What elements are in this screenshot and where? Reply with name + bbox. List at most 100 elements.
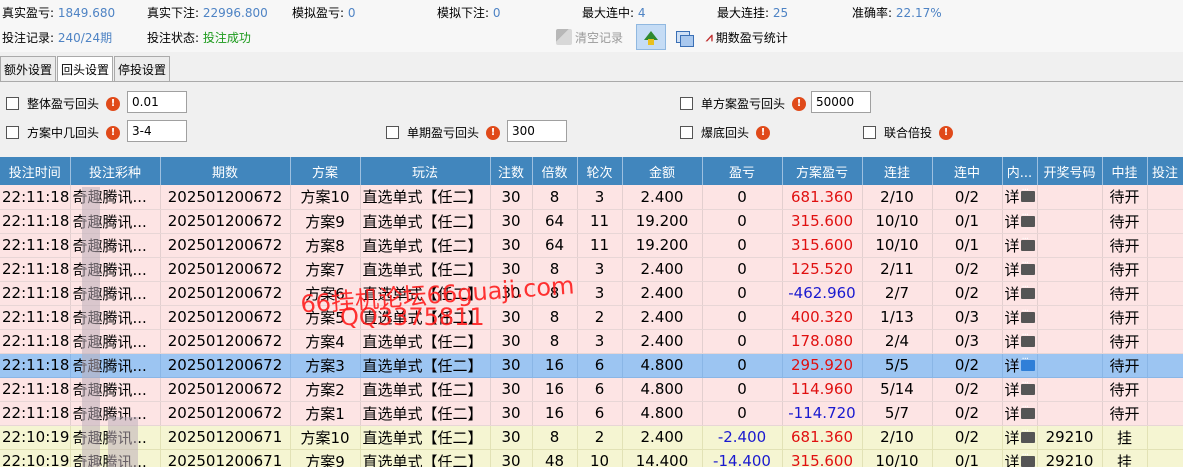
plan-hit-return-input[interactable]: 3-4: [127, 120, 187, 142]
max-loss-streak-stat: 最大连挂: 25: [717, 4, 788, 21]
max-loss-streak-label: 最大连挂:: [717, 6, 770, 20]
detail-cell: 详: [1002, 281, 1038, 306]
table-row[interactable]: 22:11:18 奇趣腾讯... 202501200672 方案1 直选单式【任二】 30…: [0, 401, 1183, 426]
detail-link[interactable]: 详: [1005, 426, 1035, 448]
table-row[interactable]: 22:11:18 奇趣腾讯... 202501200672 方案6 直选单式【任二】 30…: [0, 281, 1183, 306]
detail-link[interactable]: 详: [1005, 450, 1035, 467]
draw-number-cell: 29210: [1037, 449, 1103, 467]
column-header[interactable]: 中挂: [1102, 157, 1148, 185]
detail-label: 详: [1004, 188, 1020, 207]
more-icon: [1020, 306, 1035, 323]
column-header[interactable]: 玩法: [360, 157, 491, 185]
overall-profit-return-option[interactable]: 整体盈亏回头 !: [6, 95, 121, 112]
column-header[interactable]: 金额: [622, 157, 703, 185]
single-period-return-checkbox[interactable]: [386, 126, 399, 139]
table-row[interactable]: 22:10:19奇趣腾讯...202501200671方案9直选单式【任二】30…: [0, 449, 1183, 467]
detail-cell: 详: [1002, 377, 1038, 402]
period-cell: 202501200672: [160, 233, 291, 258]
table-row[interactable]: 22:11:18 奇趣腾讯... 202501200672 方案7 直选单式【任二】 30…: [0, 257, 1183, 282]
sim-bet-stat: 模拟下注: 0: [437, 4, 501, 21]
detail-link[interactable]: 详: [1005, 330, 1035, 352]
draw-number-cell: [1037, 401, 1103, 426]
tab-return-settings[interactable]: 回头设置: [57, 56, 114, 81]
play-cell: 直选单式【任二】: [360, 449, 491, 467]
column-header[interactable]: 期数: [160, 157, 291, 185]
detail-link[interactable]: 详: [1005, 354, 1035, 376]
round-cell: 6: [577, 377, 623, 402]
detail-link[interactable]: 详: [1005, 282, 1035, 304]
table-row[interactable]: 22:11:18 奇趣腾讯... 202501200672 方案3 直选单式【任二】 30…: [0, 353, 1183, 378]
joint-multiplier-option[interactable]: 联合倍投 !: [863, 124, 954, 141]
burst-return-option[interactable]: 爆底回头 !: [680, 124, 771, 141]
column-header[interactable]: 注数: [490, 157, 533, 185]
detail-link[interactable]: 详: [1005, 258, 1035, 280]
single-period-return-option[interactable]: 单期盈亏回头 !: [386, 124, 501, 141]
table-row[interactable]: 22:11:18 奇趣腾讯... 202501200672 方案8 直选单式【任二】 30…: [0, 233, 1183, 258]
single-period-return-input[interactable]: 300: [507, 120, 567, 142]
draw-number-cell: [1037, 233, 1103, 258]
table-row[interactable]: 22:11:18 奇趣腾讯... 202501200672 方案2 直选单式【任二】 30…: [0, 377, 1183, 402]
table-row[interactable]: 22:11:18 奇趣腾讯... 202501200672 方案4 直选单式【任二】 30…: [0, 329, 1183, 354]
detail-link[interactable]: 详: [1005, 234, 1035, 256]
real-profit-value: 1849.680: [57, 6, 116, 20]
plan-cell: 方案4: [290, 329, 361, 354]
sim-profit-stat: 模拟盈亏: 0: [292, 4, 356, 21]
amount-cell: 4.800: [622, 353, 703, 378]
round-cell: 6: [577, 353, 623, 378]
detail-link[interactable]: 详: [1005, 402, 1035, 424]
round-cell: 2: [577, 425, 623, 450]
detail-link[interactable]: 详: [1005, 306, 1035, 328]
warning-icon: !: [792, 96, 807, 111]
plan-hit-return-checkbox[interactable]: [6, 126, 19, 139]
joint-multiplier-checkbox[interactable]: [863, 126, 876, 139]
table-row[interactable]: 22:11:18 奇趣腾讯... 202501200672 方案10 直选单式【任二】 3…: [0, 185, 1183, 210]
win-streak-cell: 0/2: [932, 257, 1003, 282]
detail-link[interactable]: 详: [1005, 378, 1035, 400]
plan-profit-cell: 114.960: [782, 377, 863, 402]
column-header[interactable]: 倍数: [532, 157, 578, 185]
column-header[interactable]: 开奖号码: [1037, 157, 1103, 185]
clear-records-label: 清空记录: [575, 30, 624, 45]
result-cell: 待开: [1102, 233, 1148, 258]
play-cell: 直选单式【任二】: [360, 233, 491, 258]
single-plan-return-option[interactable]: 单方案盈亏回头 !: [680, 95, 807, 112]
tab-stop-settings[interactable]: 停投设置: [114, 56, 171, 81]
bet-cell: [1147, 353, 1183, 378]
table-row[interactable]: 22:11:18 奇趣腾讯... 202501200672 方案5 直选单式【任二】 30…: [0, 305, 1183, 330]
period-stats-button[interactable]: ⩘ 期数盈亏统计: [706, 24, 788, 50]
burst-return-checkbox[interactable]: [680, 126, 693, 139]
bet-cell: [1147, 281, 1183, 306]
column-header[interactable]: 盈亏: [702, 157, 783, 185]
column-header[interactable]: 投注彩种: [70, 157, 161, 185]
table-row[interactable]: 22:10:19奇趣腾讯...202501200671方案10直选单式【任二】3…: [0, 425, 1183, 450]
single-plan-return-checkbox[interactable]: [680, 97, 693, 110]
column-header[interactable]: 轮次: [577, 157, 623, 185]
table-row[interactable]: 22:11:18 奇趣腾讯... 202501200672 方案9 直选单式【任二】 30…: [0, 209, 1183, 234]
period-cell: 202501200672: [160, 353, 291, 378]
multiplier-cell: 8: [532, 305, 578, 330]
time-cell: 22:11:18: [0, 257, 71, 282]
bet-cell: [1147, 401, 1183, 426]
column-header[interactable]: 内...: [1002, 157, 1038, 185]
plan-hit-return-option[interactable]: 方案中几回头 !: [6, 124, 121, 141]
window-button[interactable]: [668, 24, 698, 50]
single-plan-return-input[interactable]: 50000: [811, 91, 871, 113]
time-cell: 22:11:18: [0, 185, 71, 210]
column-header[interactable]: 连挂: [862, 157, 933, 185]
draw-number-cell: [1037, 209, 1103, 234]
detail-link[interactable]: 详: [1005, 210, 1035, 232]
detail-link[interactable]: 详: [1004, 185, 1035, 207]
overall-profit-return-input[interactable]: 0.01: [127, 91, 187, 113]
more-icon: [1020, 450, 1035, 467]
tab-extra-settings[interactable]: 额外设置: [0, 56, 57, 81]
column-header[interactable]: 投注时间: [0, 157, 71, 185]
overall-profit-return-checkbox[interactable]: [6, 97, 19, 110]
clear-records-button[interactable]: 清空记录: [556, 24, 623, 50]
play-cell: 直选单式【任二】: [360, 185, 491, 210]
column-header[interactable]: 投注: [1147, 157, 1183, 185]
column-header[interactable]: 连中: [932, 157, 1003, 185]
column-header[interactable]: 方案: [290, 157, 361, 185]
upload-toggle-button[interactable]: [636, 24, 666, 50]
column-header[interactable]: 方案盈亏: [782, 157, 863, 185]
win-streak-cell: 0/2: [932, 281, 1003, 306]
